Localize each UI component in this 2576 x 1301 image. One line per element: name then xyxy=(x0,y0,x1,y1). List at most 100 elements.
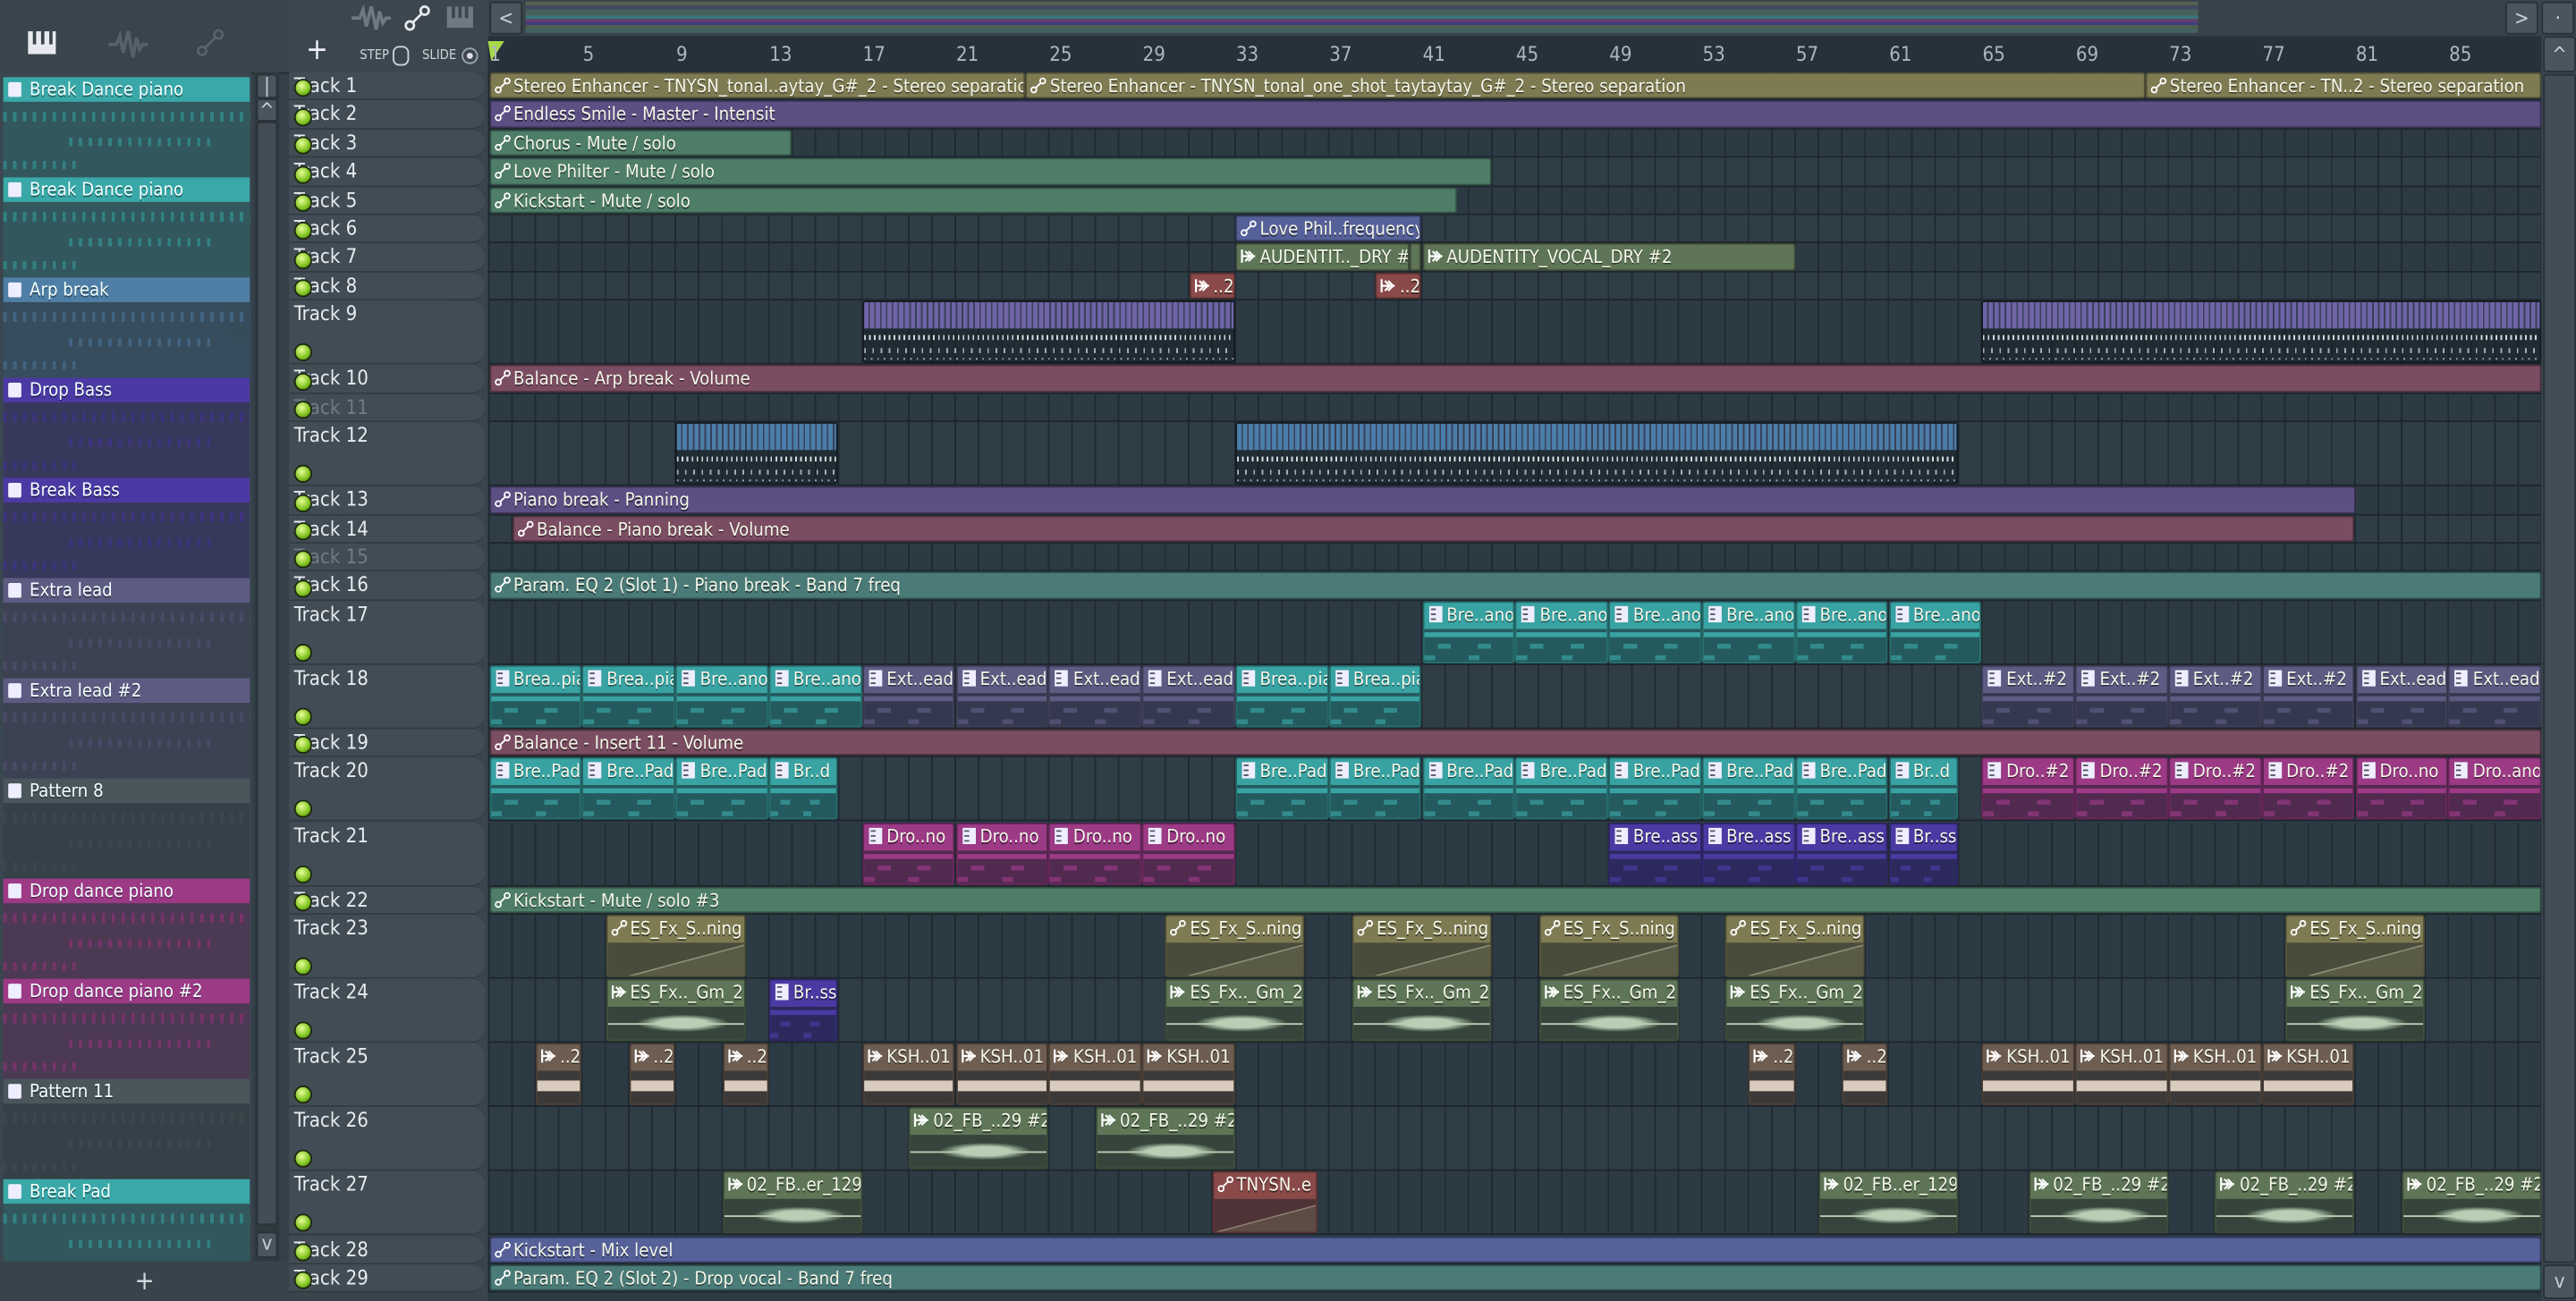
automation-clip[interactable]: ES_Fx_S..ning xyxy=(1165,915,1306,978)
automation-clip[interactable]: ES_Fx_S..ning xyxy=(2284,915,2426,978)
automation-clip[interactable]: Param. EQ 2 (Slot 1) - Piano break - Ban… xyxy=(488,571,2542,599)
pattern-clip[interactable]: Bre..ano xyxy=(1701,600,1795,663)
track-header[interactable]: Track 28 xyxy=(289,1236,485,1265)
track-lane[interactable]: Brea..pia Brea..pia Bre..ano Bre..ano Ext..e… xyxy=(487,664,2542,730)
track-mute-led[interactable] xyxy=(293,107,312,127)
automation-clip[interactable]: ES_Fx_S..ning xyxy=(1538,915,1679,978)
pattern-clip[interactable]: Ext..#2 xyxy=(2261,664,2355,728)
track-mute-led[interactable] xyxy=(293,465,312,484)
track-lane[interactable]: Piano break - Panning xyxy=(487,486,2542,515)
track-name[interactable]: Track 12 xyxy=(294,424,369,447)
track-lane[interactable]: Balance - Arp break - Volume xyxy=(487,365,2542,394)
pattern-clip[interactable] xyxy=(861,300,1235,364)
audio-clip[interactable]: 02_FB_..29 #2 xyxy=(1095,1107,1235,1170)
pattern-picker-item[interactable]: Extra lead xyxy=(3,578,250,679)
playlist-grid[interactable]: Stereo Enhancer - TNYSN_tonal..aytay_G#_… xyxy=(487,72,2542,1301)
track-lane[interactable]: ..2 ..2 ..2 KSH..01 KSH..01 KSH..01 KSH..01 ..2… xyxy=(487,1043,2542,1108)
audio-clip[interactable]: ..2 xyxy=(628,1043,676,1106)
pattern-clip[interactable]: Dro..ano xyxy=(2448,757,2542,821)
automation-clip[interactable]: TNYSN..e xyxy=(1211,1171,1318,1235)
picker-scroll-thumb[interactable] xyxy=(256,121,278,1226)
automation-clip[interactable]: Stereo Enhancer - TN..2 - Stereo separat… xyxy=(2145,72,2542,99)
track-lane[interactable]: Dro..no Dro..no Dro..no Dro..no Bre..ass Bre.… xyxy=(487,822,2542,887)
track-header[interactable]: Track 2 xyxy=(289,100,485,130)
scroll-thumb[interactable] xyxy=(2543,73,2576,1263)
pattern-clip[interactable]: Br..d xyxy=(768,757,839,821)
pattern-clip[interactable]: Bre..Pad xyxy=(1701,757,1795,821)
track-lane[interactable] xyxy=(487,393,2542,423)
audio-clip[interactable]: ES_Fx.._Gm_2 xyxy=(1724,978,1866,1042)
audio-clip[interactable]: ES_Fx.._Gm_2 xyxy=(1538,978,1679,1042)
pattern-picker-item[interactable]: Drop dance piano #2 xyxy=(3,978,250,1079)
scroll-left-button[interactable]: < xyxy=(489,1,523,35)
step-toggle[interactable] xyxy=(392,46,410,66)
track-header[interactable]: Track 4 xyxy=(289,157,485,187)
scroll-up-button[interactable]: ^ xyxy=(2543,36,2576,72)
pattern-clip[interactable]: Dro..#2 xyxy=(1981,757,2075,821)
pattern-clip[interactable]: Bre..ano xyxy=(1421,600,1515,663)
track-lane[interactable]: Endless Smile - Master - Intensit xyxy=(487,100,2542,130)
picker-scrollbar[interactable]: | ^ v xyxy=(254,72,280,1262)
track-mute-led[interactable] xyxy=(293,250,312,269)
automation-clip[interactable]: ES_Fx_S..ning xyxy=(1724,915,1866,978)
track-mute-led[interactable] xyxy=(293,1243,312,1262)
track-lane[interactable]: Param. EQ 2 (Slot 2) - Drop vocal - Band… xyxy=(487,1264,2542,1293)
automation-clip[interactable]: Endless Smile - Master - Intensit xyxy=(488,100,2542,128)
track-mute-led[interactable] xyxy=(293,343,312,362)
track-header[interactable]: Track 1 xyxy=(289,72,485,101)
track-mute-led[interactable] xyxy=(293,1214,312,1233)
audio-clip[interactable]: ..2 xyxy=(535,1043,582,1106)
track-header[interactable]: Track 13 xyxy=(289,486,485,515)
zoom-handle[interactable]: · xyxy=(2541,1,2575,35)
pattern-clip[interactable]: Brea..pia xyxy=(581,664,676,728)
track-header[interactable]: Track 18 xyxy=(289,664,485,730)
audio-clip[interactable]: AUDENTITY_VOCAL_DRY #2 xyxy=(1421,243,1795,271)
scroll-down-button[interactable]: v xyxy=(2543,1264,2576,1299)
track-name[interactable]: Track 9 xyxy=(294,302,357,325)
track-lane[interactable]: Kickstart - Mute / solo #3 xyxy=(487,886,2542,916)
track-header[interactable]: Track 3 xyxy=(289,129,485,158)
track-mute-led[interactable] xyxy=(293,494,312,512)
pattern-picker-item[interactable]: Drop Bass xyxy=(3,377,250,478)
pattern-clip[interactable]: Brea..pia xyxy=(488,664,582,728)
track-header[interactable]: Track 14 xyxy=(289,514,485,544)
automation-icon[interactable] xyxy=(196,28,225,57)
pattern-picker-item[interactable]: Arp break xyxy=(3,277,250,378)
track-name[interactable]: Track 24 xyxy=(294,981,369,1004)
pattern-clip[interactable]: Bre..ano xyxy=(675,664,769,728)
track-header[interactable]: Track 8 xyxy=(289,272,485,301)
automation-clip[interactable]: Piano break - Panning xyxy=(488,486,2355,514)
track-header[interactable]: Track 5 xyxy=(289,186,485,215)
audio-clip[interactable]: KSH..01 xyxy=(2168,1043,2262,1106)
automation-clip[interactable]: Stereo Enhancer - TNYSN_tonal..aytay_G#_… xyxy=(488,72,1026,99)
track-name[interactable]: Track 26 xyxy=(294,1109,369,1132)
pattern-clip[interactable]: Bre..ass xyxy=(1608,822,1702,885)
track-header[interactable]: Track 24 xyxy=(289,978,485,1043)
pattern-clip[interactable] xyxy=(1234,422,1959,486)
audio-clip[interactable]: 02_FB_..29 #2 xyxy=(2028,1171,2169,1235)
track-mute-led[interactable] xyxy=(293,372,312,391)
pattern-clip[interactable]: Bre..Pad xyxy=(581,757,676,821)
track-mute-led[interactable] xyxy=(293,1021,312,1040)
automation-clip[interactable]: Balance - Piano break - Volume xyxy=(512,514,2355,543)
pattern-clip[interactable]: Bre..Pad xyxy=(1421,757,1515,821)
track-header[interactable]: Track 15 xyxy=(289,543,485,572)
pattern-clip[interactable] xyxy=(675,422,839,486)
pattern-clip[interactable]: Dro..no xyxy=(1141,822,1235,885)
pattern-clip[interactable]: Bre..Pad xyxy=(1514,757,1609,821)
pattern-clip[interactable]: Br..ss xyxy=(768,978,839,1042)
track-header[interactable]: Track 7 xyxy=(289,243,485,273)
automation-clip[interactable]: Kickstart - Mix level xyxy=(488,1236,2542,1263)
piano-roll-icon[interactable] xyxy=(446,6,473,29)
automation-clip[interactable]: Kickstart - Mute / solo #3 xyxy=(488,886,2542,914)
track-header[interactable]: Track 23 xyxy=(289,915,485,979)
automation-icon[interactable] xyxy=(404,4,430,31)
track-mute-led[interactable] xyxy=(293,800,312,819)
track-name[interactable]: Track 18 xyxy=(294,666,369,689)
track-header[interactable]: Track 29 xyxy=(289,1264,485,1293)
automation-clip[interactable]: Love Philter - Mute / solo xyxy=(488,157,1492,185)
pattern-clip[interactable]: Br..d xyxy=(1888,757,1959,821)
track-header[interactable]: Track 9 xyxy=(289,300,485,366)
audio-clip[interactable]: AUDENTIT.._DRY #2 xyxy=(1234,243,1411,271)
pattern-clip[interactable]: Ext..#2 xyxy=(2168,664,2262,728)
